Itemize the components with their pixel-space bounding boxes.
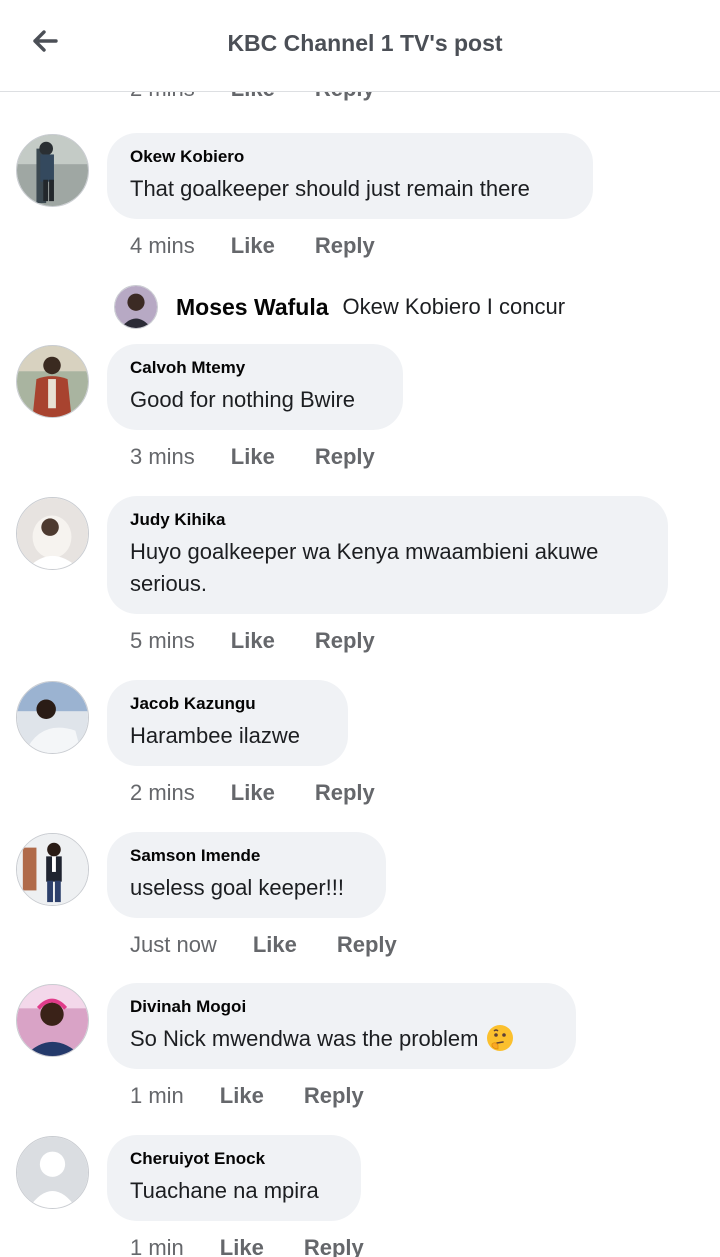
commenter-name[interactable]: Divinah Mogoi	[130, 997, 552, 1017]
comment-text: Huyo goalkeeper wa Kenya mwaambieni akuw…	[130, 539, 599, 596]
reply-button[interactable]: Reply	[304, 1235, 364, 1257]
reply-button[interactable]: Reply	[337, 932, 397, 958]
like-button[interactable]: Like	[231, 628, 275, 654]
comment-actions: 2 mins Like Reply	[130, 779, 415, 807]
comment-bubble: Samson Imende useless goal keeper!!!	[107, 832, 386, 918]
thinking-face-icon	[487, 1025, 514, 1051]
top-bar: KBC Channel 1 TV's post	[0, 0, 720, 92]
commenter-name[interactable]: Samson Imende	[130, 846, 362, 866]
commenter-name[interactable]: Jacob Kazungu	[130, 694, 324, 714]
reply-button[interactable]: Reply	[315, 444, 375, 470]
commenter-name[interactable]: Calvoh Mtemy	[130, 358, 379, 378]
like-button[interactable]: Like	[220, 1235, 264, 1257]
comment-text: Tuachane na mpira	[130, 1178, 319, 1203]
avatar[interactable]	[16, 1136, 89, 1209]
comment-bubble: Divinah Mogoi So Nick mwendwa was the pr…	[107, 983, 576, 1069]
comment-text: Good for nothing Bwire	[130, 387, 356, 412]
commenter-name[interactable]: Cheruiyot Enock	[130, 1149, 337, 1169]
comment-time: 4 mins	[130, 233, 195, 258]
avatar[interactable]	[16, 681, 89, 754]
avatar[interactable]	[16, 134, 89, 207]
comment-time: 1 min	[130, 1235, 184, 1257]
default-profile-icon	[17, 1137, 88, 1208]
comment-time: 2 mins	[130, 92, 195, 102]
like-button[interactable]: Like	[231, 444, 275, 470]
avatar[interactable]	[16, 833, 89, 906]
comment-time: 5 mins	[130, 628, 195, 653]
comment-text: That goalkeeper should just remain there	[130, 176, 530, 201]
reply-button[interactable]: Reply	[315, 92, 375, 102]
comment-actions: Just now Like Reply	[130, 931, 437, 959]
comment-actions: 1 min Like Reply	[130, 1234, 404, 1257]
comment-actions: 3 mins Like Reply	[130, 443, 415, 471]
comment-actions: 5 mins Like Reply	[130, 627, 415, 655]
avatar[interactable]	[16, 345, 89, 418]
avatar[interactable]	[16, 497, 89, 570]
page-title: KBC Channel 1 TV's post	[227, 30, 503, 56]
reply-button[interactable]: Reply	[315, 780, 375, 806]
reply-text: Okew Kobiero I concur	[342, 294, 566, 319]
reply-button[interactable]: Reply	[315, 628, 375, 654]
comment-bubble: Judy Kihika Huyo goalkeeper wa Kenya mwa…	[107, 496, 668, 614]
comment-bubble: Jacob Kazungu Harambee ilazwe	[107, 680, 348, 766]
like-button[interactable]: Like	[253, 932, 297, 958]
like-button[interactable]: Like	[231, 233, 275, 259]
comment-time: 2 mins	[130, 780, 195, 805]
comment-bubble: Cheruiyot Enock Tuachane na mpira	[107, 1135, 361, 1221]
like-button[interactable]: Like	[231, 92, 275, 102]
comment-actions: 2 mins Like Reply	[130, 92, 375, 103]
comment-text: useless goal keeper!!!	[130, 875, 345, 900]
comment-time: 3 mins	[130, 444, 195, 469]
commenter-name[interactable]: Okew Kobiero	[130, 147, 569, 167]
reply-author-name[interactable]: Moses Wafula	[176, 294, 329, 321]
comment-actions: 1 min Like Reply	[130, 1082, 404, 1110]
comment-bubble: Calvoh Mtemy Good for nothing Bwire	[107, 344, 403, 430]
like-button[interactable]: Like	[220, 1083, 264, 1109]
like-button[interactable]: Like	[231, 780, 275, 806]
reply-button[interactable]: Reply	[304, 1083, 364, 1109]
comment-time: Just now	[130, 932, 217, 957]
reply-preview[interactable]: Moses Wafula Okew Kobiero I concur	[114, 284, 565, 330]
commenter-name[interactable]: Judy Kihika	[130, 510, 644, 530]
comment-text: So Nick mwendwa was the problem	[130, 1023, 552, 1055]
reply-button[interactable]: Reply	[315, 233, 375, 259]
avatar[interactable]	[16, 984, 89, 1057]
comment-bubble: Okew Kobiero That goalkeeper should just…	[107, 133, 593, 219]
comment-time: 1 min	[130, 1083, 184, 1108]
comment-actions: 4 mins Like Reply	[130, 232, 415, 260]
reply-avatar[interactable]	[114, 285, 158, 329]
comments-list[interactable]: 2 mins Like Reply Okew Kobiero That goal…	[0, 92, 720, 1257]
comment-text: Harambee ilazwe	[130, 723, 300, 748]
